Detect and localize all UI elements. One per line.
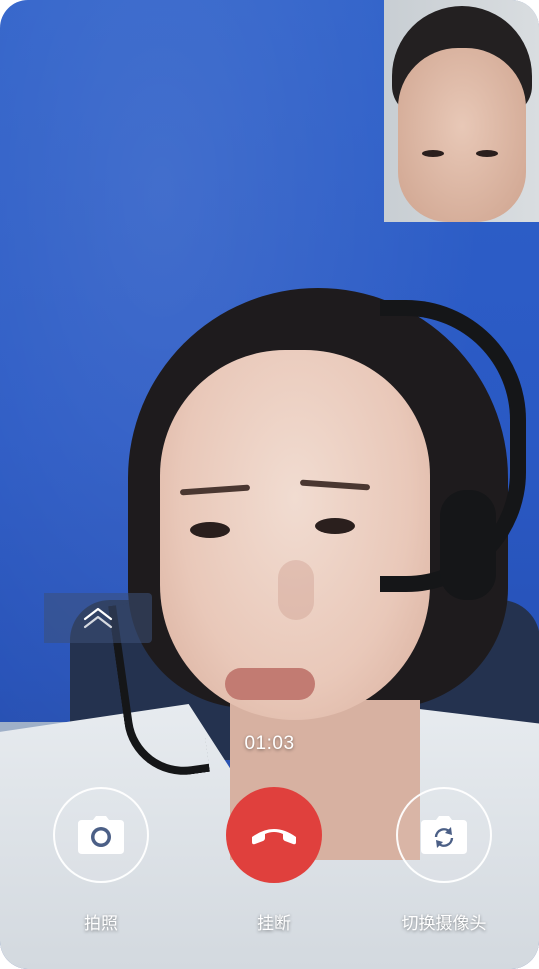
expand-panel-button[interactable] bbox=[44, 593, 152, 643]
phone-hangup-icon bbox=[252, 829, 296, 845]
switch-camera-label: 切换摄像头 bbox=[401, 914, 487, 934]
take-photo-label: 拍照 bbox=[84, 914, 118, 934]
self-person-eye-right bbox=[476, 150, 498, 157]
camera-icon bbox=[78, 816, 124, 854]
self-preview[interactable] bbox=[384, 0, 539, 222]
self-person-eye-left bbox=[422, 150, 444, 157]
remote-person-eye-left bbox=[190, 522, 230, 538]
remote-person-nose bbox=[278, 560, 314, 620]
remote-person-mouth bbox=[225, 668, 315, 700]
call-timer: 01:03 bbox=[244, 733, 295, 754]
take-photo-button[interactable] bbox=[53, 787, 149, 883]
self-person-face bbox=[398, 48, 526, 222]
chevron-up-icon bbox=[83, 607, 113, 629]
headset-earcup bbox=[440, 490, 496, 600]
video-call-screen: 01:03 拍照 挂断 切换摄像头 bbox=[0, 0, 539, 969]
camera-switch-icon bbox=[421, 816, 467, 854]
hangup-button[interactable] bbox=[226, 787, 322, 883]
remote-person-eye-right bbox=[315, 518, 355, 534]
switch-camera-button[interactable] bbox=[396, 787, 492, 883]
